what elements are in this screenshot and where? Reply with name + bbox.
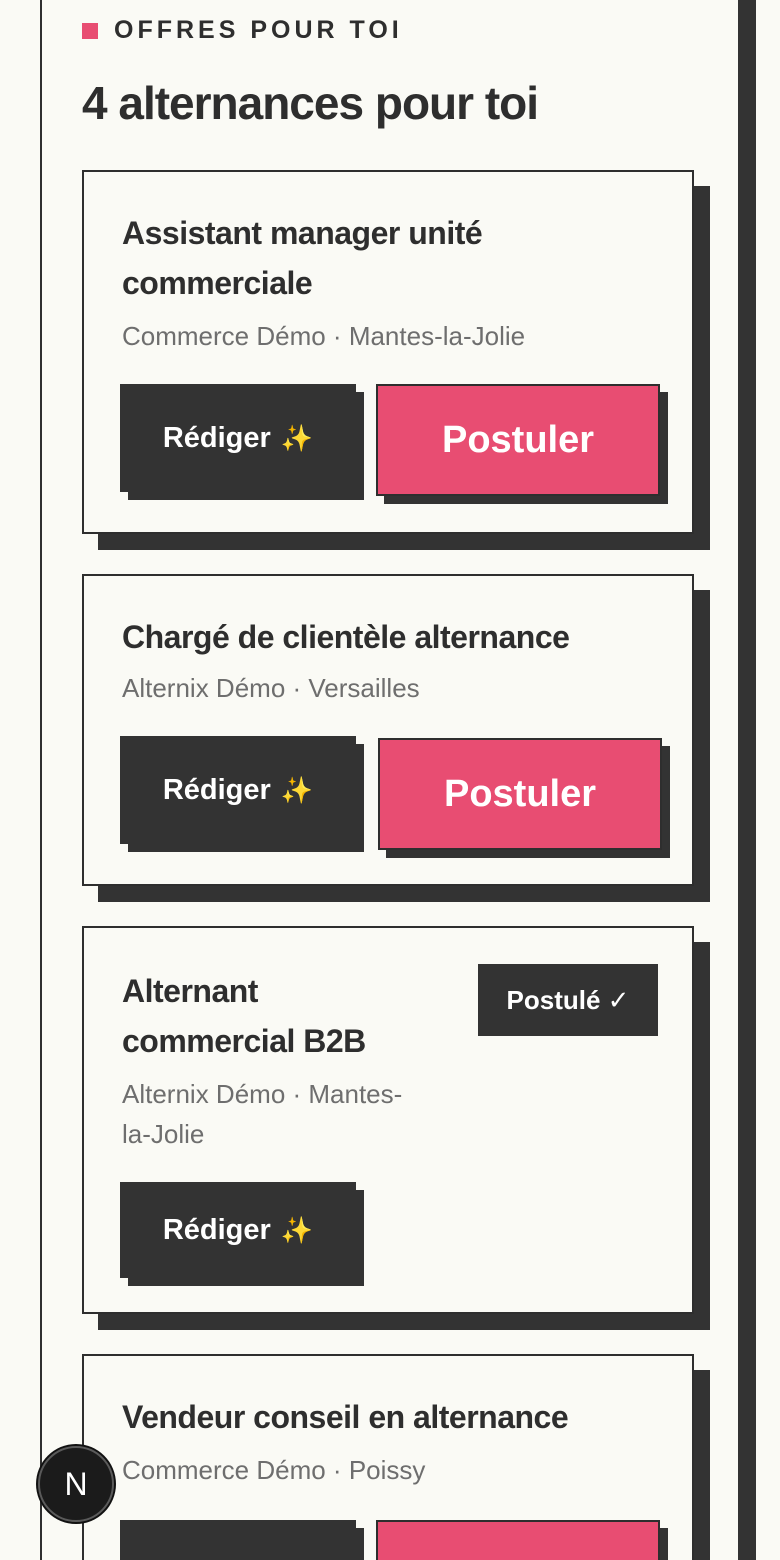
offer-location-line: Alternix Démo · Mantes-	[122, 1079, 403, 1109]
offers-page: OFFRES POUR TOI 4 alternances pour toi A…	[0, 0, 780, 1560]
next-dev-badge[interactable]: N	[38, 1446, 114, 1522]
panel-shadow	[738, 0, 756, 1560]
offer-title-line: commerciale	[122, 265, 313, 301]
draft-button[interactable]	[120, 1520, 356, 1560]
sparkle-icon: ✨	[280, 1214, 314, 1245]
offer-title: Alternant commercial B2B	[122, 966, 366, 1066]
offer-card[interactable]: Assistant manager unité commerciale Comm…	[82, 170, 694, 534]
draft-button-label: Rédiger	[162, 773, 271, 806]
offer-title-line: Chargé de clientèle alternance	[122, 619, 570, 655]
sparkle-icon: ✨	[280, 422, 314, 453]
n-logo-icon: N	[64, 1465, 88, 1502]
apply-button[interactable]	[376, 1520, 660, 1560]
section-marker-square	[82, 22, 98, 39]
offer-card[interactable]: Alternant commercial B2B Alternix Démo ·…	[82, 926, 694, 1314]
section-label-text: OFFRES POUR TOI	[114, 16, 403, 44]
offer-title-line: commercial B2B	[122, 1023, 366, 1059]
offer-card[interactable]: Vendeur conseil en alternance Commerce D…	[82, 1354, 694, 1560]
section-label: OFFRES POUR TOI	[82, 16, 403, 45]
applied-badge: Postulé ✓	[478, 964, 658, 1036]
offer-company-location: Alternix Démo · Versailles	[122, 673, 420, 703]
sparkle-icon: ✨	[280, 774, 314, 805]
offer-title: Assistant manager unité commerciale	[122, 208, 483, 308]
draft-button-label: Rédiger	[162, 1213, 271, 1246]
offer-title: Chargé de clientèle alternance	[122, 612, 570, 662]
offer-title-line: Alternant	[122, 973, 258, 1009]
offer-card[interactable]: Chargé de clientèle alternance Alternix …	[82, 574, 694, 886]
draft-button[interactable]: Rédiger ✨	[120, 384, 356, 492]
offer-title-line: Vendeur conseil en alternance	[122, 1399, 569, 1435]
offer-company-location: Alternix Démo · Mantes- la-Jolie	[122, 1074, 402, 1154]
draft-button[interactable]: Rédiger ✨	[120, 736, 356, 844]
page-title: 4 alternances pour toi	[82, 77, 539, 129]
offer-company-location: Commerce Démo · Mantes-la-Jolie	[122, 321, 526, 351]
panel-border	[40, 0, 42, 1560]
apply-button[interactable]: Postuler	[376, 384, 660, 496]
offer-company-location: Commerce Démo · Poissy	[122, 1455, 426, 1485]
offer-title: Vendeur conseil en alternance	[122, 1392, 569, 1442]
draft-button[interactable]: Rédiger ✨	[120, 1182, 356, 1278]
offer-title-line: Assistant manager unité	[122, 215, 483, 251]
apply-button[interactable]: Postuler	[378, 738, 662, 850]
offer-location-line: la-Jolie	[122, 1119, 205, 1149]
draft-button-label: Rédiger	[162, 421, 271, 454]
